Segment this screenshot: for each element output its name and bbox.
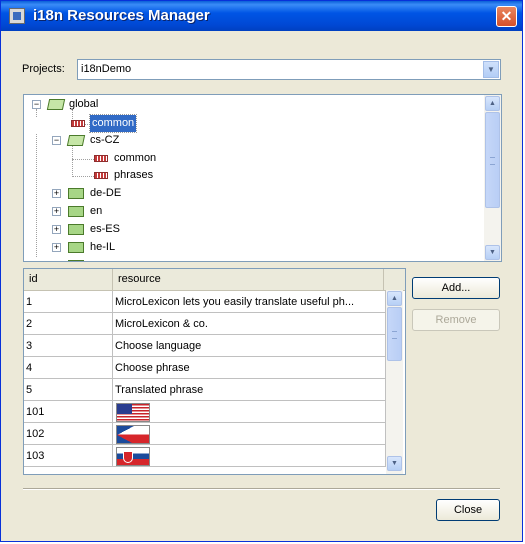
resource-icon bbox=[94, 172, 108, 179]
tree-node-label: cs-CZ bbox=[90, 134, 120, 146]
cell-resource[interactable]: Translated phrase bbox=[113, 379, 386, 401]
chevron-down-icon[interactable]: ▼ bbox=[483, 61, 499, 78]
resources-manager-window: i18n Resources Manager ✕ Projects: i18nD… bbox=[0, 0, 523, 542]
cz-flag-icon bbox=[116, 425, 150, 444]
table-row[interactable]: 102 bbox=[24, 423, 386, 445]
expand-icon[interactable]: + bbox=[52, 243, 61, 252]
resource-table[interactable]: id resource 1 MicroLexicon lets you easil… bbox=[23, 268, 406, 475]
table-row[interactable]: 5 Translated phrase bbox=[24, 379, 386, 401]
tree-node-label: en bbox=[90, 205, 103, 217]
folder-icon bbox=[68, 260, 84, 261]
cell-resource[interactable] bbox=[113, 445, 386, 467]
tree-node-label: es-ES bbox=[90, 223, 120, 235]
tree-node-partial bbox=[24, 257, 224, 261]
column-header-resource[interactable]: resource bbox=[113, 269, 384, 290]
table-row[interactable]: 4 Choose phrase bbox=[24, 357, 386, 379]
tree-node-he-il[interactable]: + he-IL bbox=[24, 239, 224, 256]
tree-node-es-es[interactable]: + es-ES bbox=[24, 221, 224, 238]
folder-icon bbox=[68, 242, 84, 253]
tree-node-label: global bbox=[69, 98, 99, 110]
table-row[interactable]: 3 Choose language bbox=[24, 335, 386, 357]
table-row[interactable]: 1 MicroLexicon lets you easily translate … bbox=[24, 291, 386, 313]
divider bbox=[23, 488, 500, 490]
cell-id[interactable]: 101 bbox=[24, 401, 113, 423]
cell-id[interactable]: 4 bbox=[24, 357, 113, 379]
cell-resource[interactable] bbox=[113, 401, 386, 423]
tree-node-label: de-DE bbox=[90, 187, 122, 199]
scroll-thumb[interactable] bbox=[387, 307, 402, 361]
tree-node-global[interactable]: − global bbox=[24, 96, 224, 113]
cell-resource[interactable]: Choose language bbox=[113, 335, 386, 357]
cell-resource[interactable]: Choose phrase bbox=[113, 357, 386, 379]
title-bar[interactable]: i18n Resources Manager ✕ bbox=[1, 1, 522, 31]
folder-open-icon bbox=[66, 135, 86, 146]
window-title: i18n Resources Manager bbox=[33, 7, 210, 24]
remove-button[interactable]: Remove bbox=[412, 309, 500, 331]
folder-icon bbox=[68, 188, 84, 199]
tree-node-label: common bbox=[88, 114, 138, 133]
folder-open-icon bbox=[46, 99, 66, 110]
close-button[interactable]: Close bbox=[436, 499, 500, 521]
resource-icon bbox=[94, 155, 108, 162]
tree-node-global-common[interactable]: common bbox=[24, 114, 224, 133]
collapse-icon[interactable]: − bbox=[32, 100, 41, 109]
resource-tree[interactable]: − global common − cs-CZ common phrases +… bbox=[23, 94, 502, 262]
scroll-up-icon[interactable]: ▲ bbox=[485, 96, 500, 111]
tree-node-de-de[interactable]: + de-DE bbox=[24, 185, 224, 202]
tree-node-cs-cz[interactable]: − cs-CZ bbox=[24, 132, 224, 149]
folder-icon bbox=[68, 206, 84, 217]
expand-icon[interactable]: + bbox=[52, 189, 61, 198]
cell-resource[interactable]: MicroLexicon lets you easily translate u… bbox=[113, 291, 386, 313]
add-button[interactable]: Add... bbox=[412, 277, 500, 299]
tree-node-label: phrases bbox=[114, 169, 154, 181]
column-header-id[interactable]: id bbox=[24, 269, 113, 290]
cell-id[interactable]: 5 bbox=[24, 379, 113, 401]
scroll-up-icon[interactable]: ▲ bbox=[387, 291, 402, 306]
cell-id[interactable]: 3 bbox=[24, 335, 113, 357]
expand-icon[interactable]: + bbox=[52, 207, 61, 216]
tree-node-label: common bbox=[114, 152, 157, 164]
tree-node-label: he-IL bbox=[90, 241, 116, 253]
projects-label: Projects: bbox=[22, 63, 65, 75]
close-window-button[interactable]: ✕ bbox=[496, 6, 517, 27]
scroll-down-icon[interactable]: ▼ bbox=[485, 245, 500, 260]
folder-icon bbox=[68, 224, 84, 235]
table-scrollbar[interactable]: ▲ ▼ bbox=[386, 290, 403, 474]
app-icon bbox=[9, 8, 25, 24]
projects-dropdown[interactable]: i18nDemo ▼ bbox=[77, 59, 501, 80]
sk-flag-icon bbox=[116, 447, 150, 466]
tree-scrollbar[interactable]: ▲ ▼ bbox=[484, 95, 501, 261]
expand-icon[interactable]: + bbox=[52, 225, 61, 234]
table-row[interactable]: 103 bbox=[24, 445, 386, 467]
cell-id[interactable]: 103 bbox=[24, 445, 113, 467]
cell-id[interactable]: 2 bbox=[24, 313, 113, 335]
cell-id[interactable]: 1 bbox=[24, 291, 113, 313]
table-header: id resource bbox=[24, 269, 405, 291]
tree-node-en[interactable]: + en bbox=[24, 203, 224, 220]
tree-node-cs-cz-common[interactable]: common bbox=[24, 150, 224, 167]
scroll-thumb[interactable] bbox=[485, 112, 500, 208]
cell-resource[interactable] bbox=[113, 423, 386, 445]
collapse-icon[interactable]: − bbox=[52, 136, 61, 145]
table-row[interactable]: 101 bbox=[24, 401, 386, 423]
cell-resource[interactable]: MicroLexicon & co. bbox=[113, 313, 386, 335]
table-row[interactable]: 2 MicroLexicon & co. bbox=[24, 313, 386, 335]
resource-icon bbox=[71, 120, 85, 127]
tree-node-cs-cz-phrases[interactable]: phrases bbox=[24, 167, 224, 184]
cell-id[interactable]: 102 bbox=[24, 423, 113, 445]
scroll-down-icon[interactable]: ▼ bbox=[387, 456, 402, 471]
us-flag-icon bbox=[116, 403, 150, 422]
projects-selected-value: i18nDemo bbox=[81, 63, 132, 75]
